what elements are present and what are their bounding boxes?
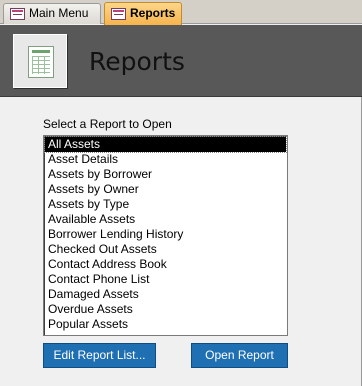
report-list-label: Select a Report to Open	[43, 117, 172, 131]
report-list-item[interactable]: Popular Assets	[44, 317, 287, 332]
page-title: Reports	[89, 47, 185, 76]
form-icon	[10, 8, 25, 20]
tab-label: Main Menu	[29, 6, 89, 20]
report-list-item[interactable]: Overdue Assets	[44, 302, 287, 317]
report-list-item[interactable]: Contact Address Book	[44, 257, 287, 272]
report-list-item[interactable]: Checked Out Assets	[44, 242, 287, 257]
report-list-item[interactable]: Asset Details	[44, 152, 287, 167]
report-list-item[interactable]: All Assets	[44, 136, 287, 153]
report-listbox[interactable]: All Assets Asset Details Assets by Borrowe…	[43, 135, 288, 336]
report-list-item[interactable]: Damaged Assets	[44, 287, 287, 302]
report-icon	[28, 46, 54, 78]
tab-reports[interactable]: Reports	[104, 2, 182, 25]
report-list-item[interactable]: Assets by Type	[44, 197, 287, 212]
open-report-button[interactable]: Open Report	[191, 343, 288, 368]
edit-report-list-button[interactable]: Edit Report List...	[43, 343, 156, 368]
form-header: Reports	[0, 25, 362, 97]
report-list-item[interactable]: Contact Phone List	[44, 272, 287, 287]
report-list-item[interactable]: Available Assets	[44, 212, 287, 227]
report-list-item[interactable]: Assets by Borrower	[44, 167, 287, 182]
report-icon-frame	[13, 34, 67, 88]
tab-main-menu[interactable]: Main Menu	[3, 3, 101, 24]
tab-label: Reports	[130, 6, 176, 20]
report-list-item[interactable]: Borrower Lending History	[44, 227, 287, 242]
tab-strip: Main Menu Reports	[0, 0, 362, 25]
report-list-item[interactable]: Assets by Owner	[44, 182, 287, 197]
form-icon	[111, 8, 126, 20]
